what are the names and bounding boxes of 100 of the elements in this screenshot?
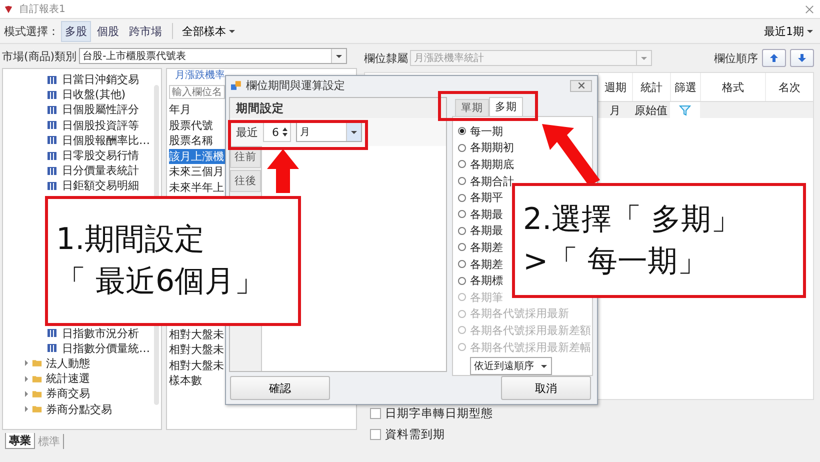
- tab[interactable]: 專業: [5, 433, 35, 449]
- tree-item[interactable]: 統計速選: [3, 371, 161, 386]
- tree-item[interactable]: 日當日沖銷交易: [3, 72, 161, 88]
- spinner-arrows-icon[interactable]: [282, 126, 288, 138]
- table-icon: [47, 90, 57, 100]
- group-label: 欄位隸屬: [364, 50, 408, 66]
- side-tab[interactable]: 往後: [230, 170, 261, 192]
- radio-button[interactable]: [458, 144, 466, 152]
- radio-label[interactable]: 各期差: [470, 240, 503, 255]
- callout-text: 1.期間設定: [56, 221, 206, 259]
- field-item[interactable]: 年月: [169, 102, 225, 118]
- field-item[interactable]: 該月上漲機: [169, 148, 225, 164]
- table-icon: [47, 180, 57, 191]
- unit-select[interactable]: 月: [296, 122, 362, 142]
- option-checkbox[interactable]: 資料需到期: [370, 427, 808, 442]
- market-label: 市場(商品)類別: [2, 48, 77, 64]
- folder-icon: [32, 388, 42, 399]
- dropdown-button[interactable]: [330, 49, 346, 63]
- table-icon: [47, 74, 57, 85]
- close-button[interactable]: [570, 80, 592, 92]
- move-down-button[interactable]: [790, 49, 814, 67]
- tree-item[interactable]: 日個股報酬率比…: [3, 132, 161, 148]
- radio-button[interactable]: [458, 243, 466, 252]
- tree-item[interactable]: 券商交易: [3, 386, 161, 402]
- close-icon: [578, 82, 584, 89]
- field-item[interactable]: 相對大盤未: [169, 326, 225, 342]
- table-icon: [47, 166, 57, 176]
- table-icon: [47, 104, 57, 115]
- field-item[interactable]: 未來半年上: [169, 180, 225, 195]
- radio-label[interactable]: 各期期底: [470, 156, 514, 172]
- tree-item[interactable]: 日指數分價量統…: [3, 340, 161, 356]
- radio-button[interactable]: [458, 226, 466, 235]
- radio-label[interactable]: 各期標: [470, 273, 503, 288]
- tree-item[interactable]: 法人動態: [3, 356, 161, 372]
- count-spinner[interactable]: 6: [263, 122, 291, 142]
- cancel-button[interactable]: 取消: [501, 376, 591, 400]
- expander-icon[interactable]: [25, 376, 28, 382]
- mode-tab[interactable]: 個股: [93, 20, 123, 42]
- move-up-button[interactable]: [762, 49, 786, 67]
- callout-arrow: [267, 149, 299, 193]
- caret-icon: [229, 30, 235, 32]
- table-cell-text: 月: [608, 102, 622, 118]
- radio-button[interactable]: [458, 160, 466, 168]
- field-item[interactable]: 相對大盤未: [169, 342, 225, 358]
- expander-icon[interactable]: [25, 390, 28, 397]
- table-icon: [47, 135, 57, 146]
- tree-item[interactable]: 日個股屬性評分: [3, 102, 161, 118]
- tree-item[interactable]: 日分價量表統計: [3, 163, 161, 178]
- radio-button[interactable]: [458, 276, 466, 285]
- period-menu[interactable]: 最近1期: [761, 22, 816, 40]
- radio-button[interactable]: [458, 194, 466, 202]
- checkbox[interactable]: [370, 408, 381, 419]
- checkbox[interactable]: [370, 429, 381, 440]
- radio-label[interactable]: 各期合計: [470, 174, 514, 189]
- tab[interactable]: 多期: [489, 97, 523, 116]
- radio-label[interactable]: 各期期初: [470, 140, 514, 156]
- radio-label[interactable]: 各期最: [470, 223, 503, 238]
- radio-label[interactable]: 每一期: [470, 124, 503, 139]
- column-header[interactable]: 名次: [765, 73, 813, 101]
- expander-icon[interactable]: [25, 406, 28, 412]
- field-item[interactable]: 相對大盤未: [169, 358, 225, 373]
- radio-button[interactable]: [458, 127, 466, 136]
- arrow-down-icon: [797, 53, 807, 63]
- tree-item[interactable]: 日收盤(其他): [3, 87, 161, 102]
- expander-icon[interactable]: [25, 360, 28, 366]
- tree-item[interactable]: 券商分點交易: [3, 401, 161, 417]
- field-search[interactable]: 輸入欄位名: [169, 85, 225, 99]
- tree-item[interactable]: 日鉅額交易明細: [3, 178, 161, 194]
- radio-button[interactable]: [458, 260, 466, 268]
- sample-menu[interactable]: 全部樣本: [179, 22, 238, 40]
- option-checkbox[interactable]: 日期字串轉日期型態: [370, 406, 808, 421]
- field-item[interactable]: 股票代號: [169, 118, 225, 133]
- radio-button[interactable]: [458, 177, 466, 186]
- order-label: 欄位順序: [714, 50, 758, 66]
- tree-item[interactable]: 日零股交易行情: [3, 148, 161, 164]
- folder-icon: [32, 374, 42, 384]
- dropdown-button[interactable]: [346, 123, 361, 141]
- order-select[interactable]: 依近到遠順序: [470, 357, 552, 376]
- radio-button[interactable]: [458, 210, 466, 218]
- market-select[interactable]: 台股-上市櫃股票代號表: [78, 48, 347, 64]
- mode-tab[interactable]: 跨市場: [125, 20, 166, 42]
- column-header[interactable]: 篩選: [670, 73, 700, 101]
- dialog-icon: [231, 80, 242, 91]
- radio-label[interactable]: 各期最: [470, 206, 503, 222]
- radio-label[interactable]: 各期差: [470, 256, 503, 272]
- field-item[interactable]: 樣本數: [169, 373, 225, 388]
- tab[interactable]: 單期: [455, 99, 489, 116]
- table-icon: [47, 343, 57, 354]
- ok-button[interactable]: 確認: [230, 376, 330, 400]
- tree-item[interactable]: 日指數市況分析: [3, 326, 161, 341]
- field-item[interactable]: 未來三個月: [169, 164, 225, 180]
- callout-text: >「 每一期」: [523, 242, 709, 280]
- column-header[interactable]: 統計: [632, 73, 670, 101]
- mode-tab[interactable]: 多股: [61, 20, 91, 42]
- tree-item[interactable]: 日個股投資評等: [3, 118, 161, 133]
- radio-label[interactable]: 各期平: [470, 190, 503, 206]
- close-icon[interactable]: [805, 4, 814, 14]
- filter-icon[interactable]: [679, 104, 691, 116]
- column-header[interactable]: 格式: [700, 73, 765, 101]
- field-item[interactable]: 股票名稱: [169, 133, 225, 148]
